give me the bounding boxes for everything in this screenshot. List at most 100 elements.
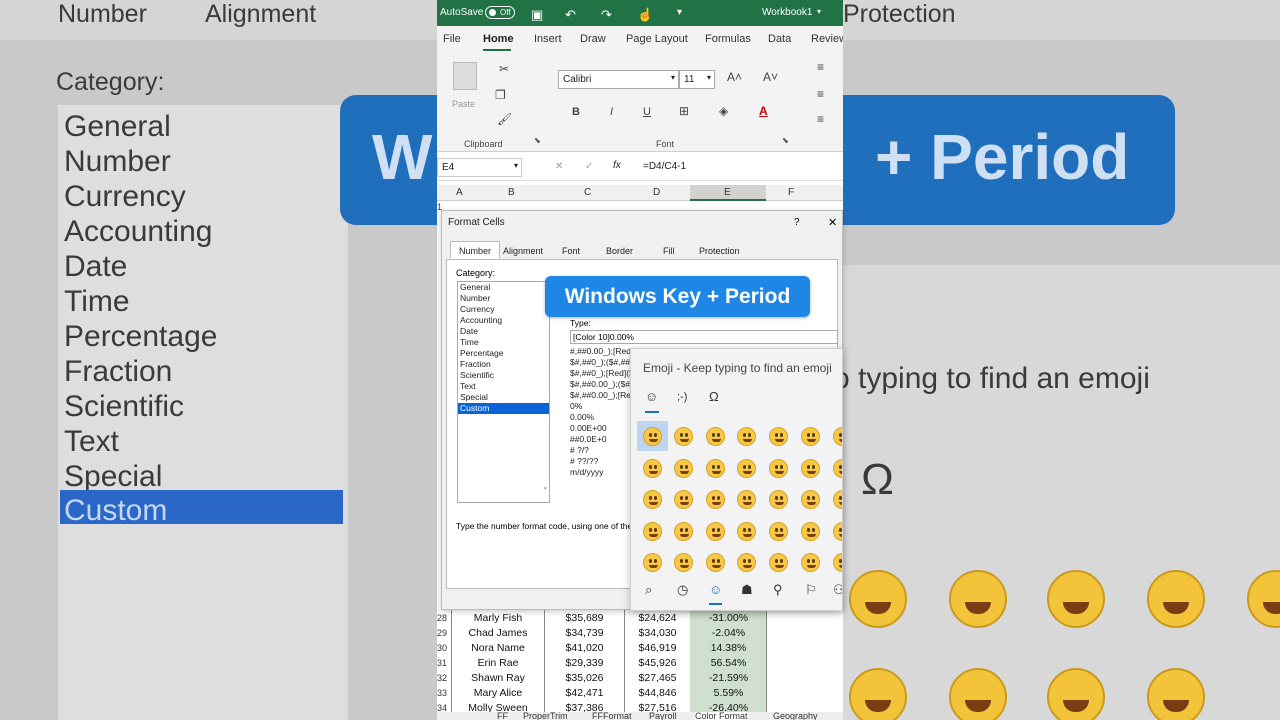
emoji-icon[interactable] [643, 553, 662, 572]
sheet-tab[interactable]: Payroll [649, 712, 677, 720]
tab-formulas[interactable]: Formulas [705, 33, 751, 45]
formula-input[interactable]: =D4/C4-1 [643, 161, 686, 172]
category-list[interactable]: General Number Currency Accounting Date … [457, 281, 550, 503]
emoji-icon[interactable] [801, 459, 820, 478]
name-cell[interactable]: Nora Name [452, 642, 544, 654]
sheet-tab[interactable]: ProperTrim [523, 712, 568, 720]
value-d-cell[interactable]: $46,919 [625, 642, 690, 654]
percent-cell[interactable]: -2.04% [691, 627, 766, 639]
category-item[interactable]: Text [458, 381, 549, 392]
format-painter-icon[interactable]: 🖌 [497, 112, 512, 126]
value-d-cell[interactable]: $27,465 [625, 672, 690, 684]
emoji-icon[interactable] [769, 427, 788, 446]
tab-file[interactable]: File [443, 33, 461, 45]
percent-cell[interactable]: -31.00% [691, 612, 766, 624]
value-c-cell[interactable]: $29,339 [545, 657, 624, 669]
emoji-icon[interactable] [643, 522, 662, 541]
category-item-selected[interactable]: Custom [458, 403, 549, 414]
emoji-tab-kaomoji[interactable]: ;-) [677, 391, 687, 403]
emoji-icon[interactable] [769, 553, 788, 572]
recent-icon[interactable]: ◷ [677, 582, 688, 598]
emoji-icon[interactable] [737, 459, 756, 478]
category-item[interactable]: Percentage [458, 348, 549, 359]
emoji-icon[interactable] [833, 427, 842, 446]
type-item[interactable]: 0.00% [570, 412, 638, 423]
align-middle-icon[interactable]: ≡ [817, 87, 824, 101]
type-item[interactable]: $#,##0_);($#,##0 [570, 357, 638, 368]
emoji-icon[interactable] [737, 522, 756, 541]
col-f[interactable]: F [788, 187, 794, 198]
category-item[interactable]: Scientific [458, 370, 549, 381]
col-a[interactable]: A [456, 187, 463, 198]
type-item[interactable]: $#,##0.00_);($#, [570, 379, 638, 390]
emoji-icon[interactable] [643, 490, 662, 509]
borders-icon[interactable]: ⊞ [679, 104, 689, 118]
clipboard-launcher-icon[interactable]: ⬊ [534, 136, 541, 145]
type-item[interactable]: #,##0.00_);[Red] [570, 346, 638, 357]
emoji-icon[interactable] [674, 459, 693, 478]
close-button[interactable]: ✕ [828, 216, 837, 229]
insert-function-icon[interactable]: fx [613, 160, 621, 171]
category-item[interactable]: Accounting [458, 315, 549, 326]
emoji-icon[interactable] [801, 522, 820, 541]
col-e[interactable]: E [724, 187, 731, 198]
sheet-tab[interactable]: Geography [773, 712, 818, 720]
emoji-icon[interactable] [769, 522, 788, 541]
save-icon[interactable]: ▣ [531, 7, 543, 23]
emoji-icon[interactable] [801, 427, 820, 446]
emoji-icon[interactable] [833, 490, 842, 509]
paste-label[interactable]: Paste [452, 99, 475, 109]
value-d-cell[interactable]: $24,624 [625, 612, 690, 624]
places-category-icon[interactable]: ⚲ [773, 582, 783, 598]
name-cell[interactable]: Chad James [452, 627, 544, 639]
search-icon[interactable]: ⌕ [645, 582, 652, 598]
emoji-icon[interactable] [833, 459, 842, 478]
tab-alignment[interactable]: Alignment [494, 241, 552, 259]
type-list[interactable]: #,##0.00_);[Red] $#,##0_);($#,##0 $#,##0… [570, 346, 638, 478]
type-input[interactable]: [Color 10]0.00% [570, 330, 838, 344]
paste-icon[interactable] [453, 62, 477, 90]
emoji-icon[interactable] [706, 459, 725, 478]
percent-cell[interactable]: 56.54% [691, 657, 766, 669]
fill-color-icon[interactable]: ◈ [719, 104, 728, 118]
flag-category-icon[interactable]: ⚐ [805, 582, 817, 598]
type-item[interactable]: $#,##0.00_);[Red [570, 390, 638, 401]
emoji-tab-smiley[interactable]: ☺ [645, 389, 658, 404]
value-c-cell[interactable]: $41,020 [545, 642, 624, 654]
value-d-cell[interactable]: $34,030 [625, 627, 690, 639]
emoji-icon[interactable] [643, 427, 662, 446]
bold-button[interactable]: B [572, 106, 580, 118]
help-button[interactable]: ? [794, 217, 800, 228]
tab-fill[interactable]: Fill [654, 241, 684, 259]
emoji-icon[interactable] [706, 522, 725, 541]
name-box[interactable]: E4 ▾ [437, 158, 522, 177]
tab-home[interactable]: Home [483, 33, 514, 45]
emoji-icon[interactable] [833, 553, 842, 572]
emoji-icon[interactable] [833, 522, 842, 541]
name-cell[interactable]: Erin Rae [452, 657, 544, 669]
value-c-cell[interactable]: $35,026 [545, 672, 624, 684]
more-category-icon[interactable]: ⚇ [833, 582, 842, 598]
emoji-icon[interactable] [737, 427, 756, 446]
type-item[interactable]: # ?/? [570, 445, 638, 456]
people-category-icon[interactable]: ☗ [741, 582, 753, 598]
emoji-icon[interactable] [769, 490, 788, 509]
emoji-icon[interactable] [674, 490, 693, 509]
decrease-font-icon[interactable]: A˅ [763, 70, 778, 84]
autosave-toggle[interactable]: Off [485, 6, 515, 19]
tab-font[interactable]: Font [553, 241, 589, 259]
cut-icon[interactable]: ✂ [499, 62, 509, 76]
cancel-icon[interactable]: ✕ [555, 161, 563, 172]
tab-protection[interactable]: Protection [690, 241, 749, 259]
increase-font-icon[interactable]: A˄ [727, 70, 742, 84]
emoji-icon[interactable] [674, 553, 693, 572]
sheet-tab[interactable]: FF [497, 712, 508, 720]
scroll-down-icon[interactable]: ⌄ [542, 482, 549, 491]
name-cell[interactable]: Marly Fish [452, 612, 544, 624]
tab-number[interactable]: Number [450, 241, 501, 259]
font-name-select[interactable]: Calibri ▾ [558, 70, 679, 89]
sheet-tab[interactable]: FFFormat [592, 712, 632, 720]
type-item[interactable]: # ??/?? [570, 456, 638, 467]
redo-icon[interactable]: ↷ [601, 7, 612, 23]
emoji-icon[interactable] [737, 490, 756, 509]
